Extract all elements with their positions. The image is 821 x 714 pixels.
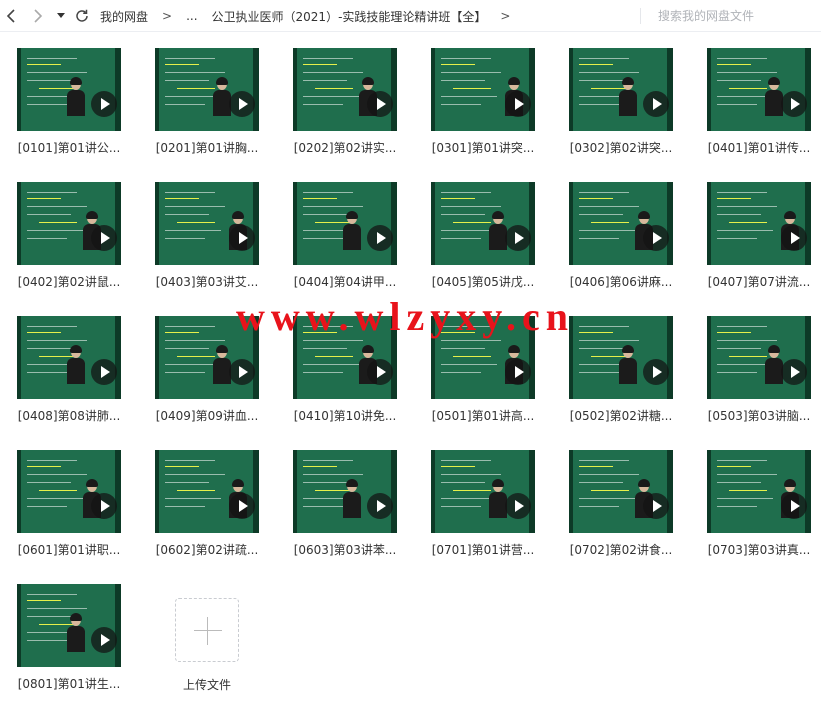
play-icon[interactable]	[505, 225, 531, 251]
video-thumbnail[interactable]	[569, 450, 673, 533]
video-thumbnail[interactable]	[707, 182, 811, 265]
video-thumbnail[interactable]	[431, 48, 535, 131]
play-icon[interactable]	[505, 91, 531, 117]
file-name[interactable]: [0501]第01讲高...	[414, 407, 552, 424]
file-name[interactable]: [0703]第03讲真...	[690, 541, 821, 558]
play-icon[interactable]	[505, 359, 531, 385]
video-thumbnail[interactable]	[155, 48, 259, 131]
play-icon[interactable]	[91, 359, 117, 385]
chevron-right-icon[interactable]	[31, 6, 45, 26]
play-icon[interactable]	[91, 627, 117, 653]
file-name[interactable]: [0702]第02讲食...	[552, 541, 690, 558]
file-name[interactable]: [0302]第02讲突...	[552, 139, 690, 156]
breadcrumb-item-current-folder[interactable]: 公卫执业医师（2021）-实践技能理论精讲班【全】	[212, 8, 487, 25]
video-thumbnail[interactable]	[155, 182, 259, 265]
play-icon[interactable]	[643, 359, 669, 385]
breadcrumb: > 我的网盘 > ... 公卫执业医师（2021）-实践技能理论精讲班【全】 >	[100, 0, 524, 32]
file-name[interactable]: [0410]第10讲免...	[276, 407, 414, 424]
video-thumbnail[interactable]	[431, 182, 535, 265]
file-name[interactable]: [0405]第05讲戊...	[414, 273, 552, 290]
video-thumbnail[interactable]	[707, 48, 811, 131]
video-thumbnail[interactable]	[155, 450, 259, 533]
file-name[interactable]: [0408]第08讲肺...	[0, 407, 138, 424]
file-name[interactable]: [0402]第02讲鼠...	[0, 273, 138, 290]
caret-down-icon[interactable]	[56, 6, 66, 26]
video-thumbnail[interactable]	[17, 48, 121, 131]
play-icon[interactable]	[781, 359, 807, 385]
file-name[interactable]: [0201]第01讲胸...	[138, 139, 276, 156]
play-icon[interactable]	[367, 225, 393, 251]
play-icon[interactable]	[91, 225, 117, 251]
video-thumbnail[interactable]	[707, 450, 811, 533]
file-name[interactable]: [0502]第02讲糖...	[552, 407, 690, 424]
video-thumbnail[interactable]	[17, 182, 121, 265]
upload-file-button[interactable]	[175, 598, 239, 662]
play-icon[interactable]	[643, 225, 669, 251]
breadcrumb-separator: >	[500, 9, 511, 23]
play-icon[interactable]	[643, 91, 669, 117]
video-thumbnail[interactable]	[569, 182, 673, 265]
play-icon[interactable]	[643, 493, 669, 519]
video-thumbnail[interactable]	[707, 316, 811, 399]
play-icon[interactable]	[229, 359, 255, 385]
toolbar-divider	[640, 8, 641, 24]
file-name[interactable]: [0602]第02讲疏...	[138, 541, 276, 558]
play-icon[interactable]	[229, 493, 255, 519]
file-name[interactable]: [0401]第01讲传...	[690, 139, 821, 156]
file-name[interactable]: [0503]第03讲脑...	[690, 407, 821, 424]
video-thumbnail[interactable]	[17, 450, 121, 533]
video-thumbnail[interactable]	[17, 584, 121, 667]
file-name[interactable]: [0404]第04讲甲...	[276, 273, 414, 290]
video-thumbnail[interactable]	[293, 450, 397, 533]
file-name[interactable]: [0301]第01讲突...	[414, 139, 552, 156]
play-icon[interactable]	[781, 493, 807, 519]
play-icon[interactable]	[367, 91, 393, 117]
video-thumbnail[interactable]	[17, 316, 121, 399]
file-name[interactable]: [0407]第07讲流...	[690, 273, 821, 290]
file-name[interactable]: [0101]第01讲公...	[0, 139, 138, 156]
play-icon[interactable]	[367, 493, 393, 519]
breadcrumb-separator: >	[162, 9, 173, 23]
play-icon[interactable]	[91, 493, 117, 519]
video-thumbnail[interactable]	[431, 450, 535, 533]
upload-file-label[interactable]: 上传文件	[183, 676, 231, 693]
video-thumbnail[interactable]	[569, 316, 673, 399]
video-thumbnail[interactable]	[293, 182, 397, 265]
chevron-left-icon[interactable]	[4, 6, 18, 26]
video-thumbnail[interactable]	[569, 48, 673, 131]
file-name[interactable]: [0603]第03讲苯...	[276, 541, 414, 558]
file-name[interactable]: [0403]第03讲艾...	[138, 273, 276, 290]
file-name[interactable]: [0601]第01讲职...	[0, 541, 138, 558]
file-name[interactable]: [0202]第02讲实...	[276, 139, 414, 156]
watermark: www.wlzyxy.cn	[236, 294, 574, 339]
play-icon[interactable]	[91, 91, 117, 117]
breadcrumb-item-ellipsis[interactable]: ...	[186, 9, 197, 23]
video-thumbnail[interactable]	[293, 48, 397, 131]
file-name[interactable]: [0701]第01讲营...	[414, 541, 552, 558]
toolbar: > 我的网盘 > ... 公卫执业医师（2021）-实践技能理论精讲班【全】 >…	[0, 0, 821, 32]
play-icon[interactable]	[229, 91, 255, 117]
file-name[interactable]: [0801]第01讲生...	[0, 675, 138, 692]
search-input[interactable]: 搜索我的网盘文件	[658, 7, 808, 24]
file-name[interactable]: [0409]第09讲血...	[138, 407, 276, 424]
play-icon[interactable]	[781, 91, 807, 117]
file-name[interactable]: [0406]第06讲麻...	[552, 273, 690, 290]
refresh-icon[interactable]	[74, 6, 90, 26]
breadcrumb-item-my-disk[interactable]: 我的网盘	[100, 8, 148, 25]
play-icon[interactable]	[367, 359, 393, 385]
play-icon[interactable]	[505, 493, 531, 519]
play-icon[interactable]	[781, 225, 807, 251]
play-icon[interactable]	[229, 225, 255, 251]
